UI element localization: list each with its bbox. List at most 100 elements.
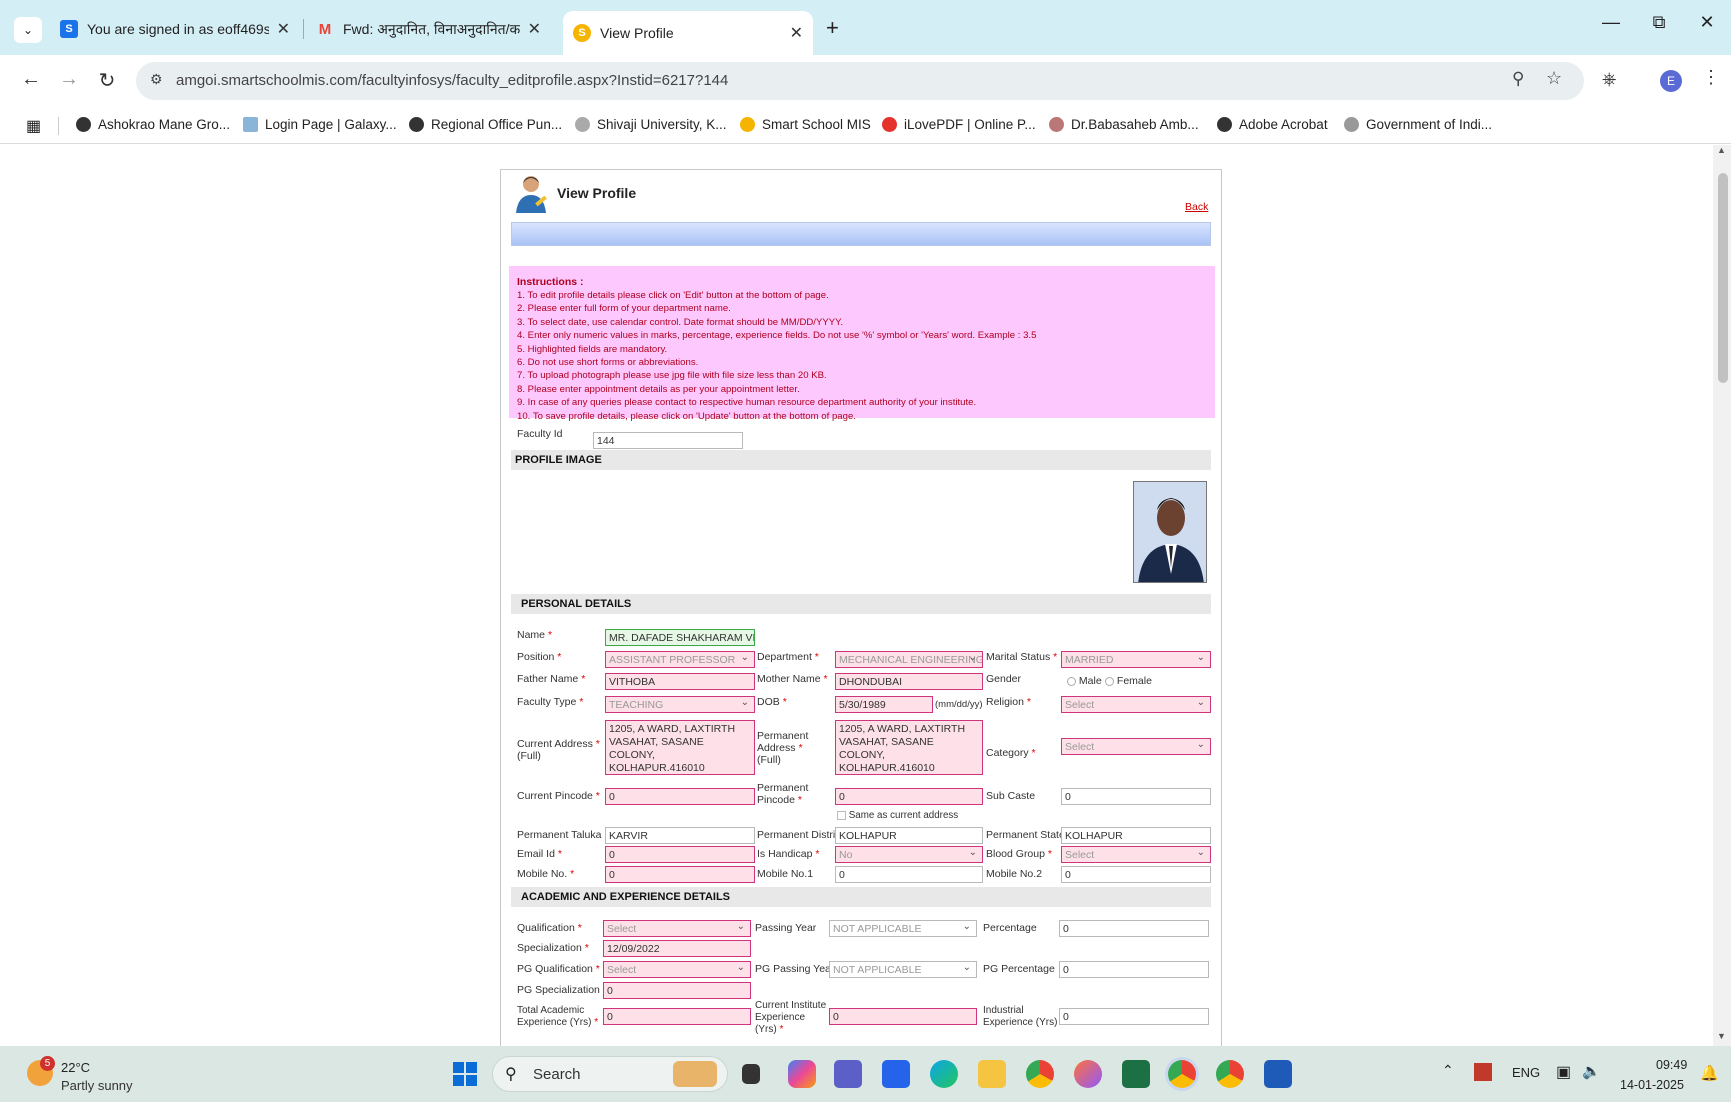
- bookmark-item[interactable]: Adobe Acrobat: [1217, 117, 1328, 132]
- site-info-icon[interactable]: ⚙: [150, 71, 163, 88]
- store-icon[interactable]: [882, 1060, 910, 1088]
- profile-avatar[interactable]: E: [1660, 70, 1682, 92]
- word-icon[interactable]: [1264, 1060, 1292, 1088]
- chrome-profile-icon[interactable]: [1168, 1060, 1196, 1088]
- permanent-pincode-field[interactable]: 0: [835, 788, 983, 805]
- close-icon[interactable]: ✕: [790, 23, 803, 43]
- menu-icon[interactable]: ⋮: [1702, 67, 1720, 88]
- close-icon[interactable]: ✕: [528, 19, 541, 39]
- name-field[interactable]: MR. DAFADE SHAKHARAM VITHO: [605, 629, 755, 646]
- blood-group-select[interactable]: Select ⌄: [1061, 846, 1211, 863]
- industrial-exp-field[interactable]: 0: [1059, 1008, 1209, 1025]
- security-icon[interactable]: [1474, 1063, 1492, 1081]
- bookmark-item[interactable]: iLovePDF | Online P...: [882, 117, 1036, 132]
- mobile2-field[interactable]: 0: [1061, 866, 1211, 883]
- task-view-icon[interactable]: [742, 1064, 760, 1084]
- chrome-alt-icon[interactable]: [1216, 1060, 1244, 1088]
- bookmark-item[interactable]: Dr.Babasaheb Amb...: [1049, 117, 1199, 132]
- tab-signed-in[interactable]: S You are signed in as eoff469scp ✕: [50, 11, 300, 47]
- qualification-select[interactable]: Select ⌄: [603, 920, 751, 937]
- pg-specialization-field[interactable]: 0: [603, 982, 751, 999]
- bookmark-item[interactable]: Government of Indi...: [1344, 117, 1492, 132]
- mobile1-field[interactable]: 0: [835, 866, 983, 883]
- position-select[interactable]: ASSISTANT PROFESSOR ⌄: [605, 651, 755, 668]
- back-arrow-icon[interactable]: ←: [17, 68, 45, 91]
- current-pincode-field[interactable]: 0: [605, 788, 755, 805]
- permanent-taluka-field[interactable]: KARVIR: [605, 827, 755, 844]
- bookmark-item[interactable]: Ashokrao Mane Gro...: [76, 117, 230, 132]
- passing-year-select[interactable]: NOT APPLICABLE ⌄: [829, 920, 977, 937]
- vertical-scrollbar[interactable]: ▲ ▼: [1713, 145, 1731, 1046]
- bookmark-item[interactable]: Regional Office Pun...: [409, 117, 562, 132]
- back-link[interactable]: Back: [1185, 201, 1208, 213]
- faculty-type-select[interactable]: TEACHING ⌄: [605, 696, 755, 713]
- new-tab-button[interactable]: +: [826, 15, 839, 41]
- permanent-district-field[interactable]: KOLHAPUR: [835, 827, 983, 844]
- percentage-field[interactable]: 0: [1059, 920, 1209, 937]
- zoom-icon[interactable]: ⚲: [1512, 69, 1524, 89]
- teams-icon[interactable]: [834, 1060, 862, 1088]
- clock-date[interactable]: 14-01-2025: [1620, 1078, 1684, 1092]
- copilot-icon[interactable]: [788, 1060, 816, 1088]
- restore-icon[interactable]: ⧉: [1644, 12, 1674, 33]
- extensions-icon[interactable]: ⎈: [1602, 69, 1616, 90]
- pg-percentage-field[interactable]: 0: [1059, 961, 1209, 978]
- religion-select[interactable]: Select ⌄: [1061, 696, 1211, 713]
- permanent-address-textarea[interactable]: 1205, A WARD, LAXTIRTH VASAHAT, SASANE C…: [835, 720, 983, 775]
- gender-male-radio[interactable]: Male: [1067, 675, 1102, 687]
- forward-arrow-icon[interactable]: →: [55, 68, 83, 91]
- current-institute-exp-field[interactable]: 0: [829, 1008, 977, 1025]
- address-bar[interactable]: ⚙ amgoi.smartschoolmis.com/facultyinfosy…: [136, 62, 1584, 100]
- excel-icon[interactable]: [1122, 1060, 1150, 1088]
- marital-status-select[interactable]: MARRIED ⌄: [1061, 651, 1211, 668]
- sub-caste-field[interactable]: 0: [1061, 788, 1211, 805]
- category-select[interactable]: Select ⌄: [1061, 738, 1211, 755]
- clock-time[interactable]: 09:49: [1656, 1058, 1687, 1072]
- same-address-checkbox[interactable]: Same as current address: [837, 810, 958, 822]
- faculty-id-field[interactable]: 144: [593, 432, 743, 449]
- pg-passing-year-select[interactable]: NOT APPLICABLE ⌄: [829, 961, 977, 978]
- edge-icon[interactable]: [930, 1060, 958, 1088]
- tab-gmail[interactable]: M Fwd: अनुदानित, विनाअनुदानित/का ✕: [306, 11, 551, 47]
- gender-female-radio[interactable]: Female: [1105, 675, 1152, 687]
- close-window-icon[interactable]: ✕: [1692, 12, 1722, 33]
- email-field[interactable]: 0: [605, 846, 755, 863]
- chevron-up-icon[interactable]: ⌃: [1442, 1062, 1454, 1079]
- volume-icon[interactable]: 🔈: [1582, 1062, 1601, 1080]
- father-name-field[interactable]: VITHOBA: [605, 673, 755, 690]
- profile-photo[interactable]: [1133, 481, 1207, 583]
- total-academic-exp-field[interactable]: 0: [603, 1008, 751, 1025]
- scroll-down-icon[interactable]: ▼: [1717, 1031, 1726, 1041]
- taskbar-search[interactable]: ⚲ Search: [492, 1056, 728, 1092]
- scroll-up-icon[interactable]: ▲: [1717, 145, 1726, 155]
- windows-start-icon[interactable]: [453, 1062, 477, 1086]
- mother-name-field[interactable]: DHONDUBAI: [835, 673, 983, 690]
- dob-field[interactable]: 5/30/1989: [835, 696, 933, 713]
- tab-list-button[interactable]: ⌄: [14, 17, 42, 43]
- network-icon[interactable]: ▣: [1556, 1062, 1571, 1082]
- handicap-select[interactable]: No ⌄: [835, 846, 983, 863]
- close-icon[interactable]: ✕: [277, 19, 290, 39]
- bookmark-item[interactable]: Smart School MIS: [740, 117, 871, 132]
- pg-qualification-select[interactable]: Select ⌄: [603, 961, 751, 978]
- bookmark-item[interactable]: Login Page | Galaxy...: [243, 117, 397, 132]
- mobile-field[interactable]: 0: [605, 866, 755, 883]
- scroll-thumb[interactable]: [1718, 173, 1728, 383]
- apps-grid-icon[interactable]: ▦: [26, 116, 41, 136]
- specialization-field[interactable]: 12/09/2022: [603, 940, 751, 957]
- minimize-icon[interactable]: —: [1596, 12, 1626, 33]
- file-explorer-icon[interactable]: [978, 1060, 1006, 1088]
- notification-icon[interactable]: 🔔: [1700, 1064, 1719, 1082]
- father-name-label: Father Name *: [517, 673, 586, 685]
- permanent-state-field[interactable]: KOLHAPUR: [1061, 827, 1211, 844]
- reload-icon[interactable]: ↻: [93, 68, 121, 93]
- current-address-label: Current Address * (Full): [517, 738, 600, 762]
- bookmark-item[interactable]: Shivaji University, K...: [575, 117, 727, 132]
- chrome-icon[interactable]: [1026, 1060, 1054, 1088]
- department-select[interactable]: MECHANICAL ENGINEERING ⌄: [835, 651, 983, 668]
- tab-view-profile[interactable]: S View Profile ✕: [563, 11, 813, 55]
- current-address-textarea[interactable]: 1205, A WARD, LAXTIRTH VASAHAT, SASANE C…: [605, 720, 755, 775]
- bookmark-star-icon[interactable]: ☆: [1546, 68, 1562, 89]
- firefox-icon[interactable]: [1074, 1060, 1102, 1088]
- language-indicator[interactable]: ENG: [1512, 1065, 1540, 1080]
